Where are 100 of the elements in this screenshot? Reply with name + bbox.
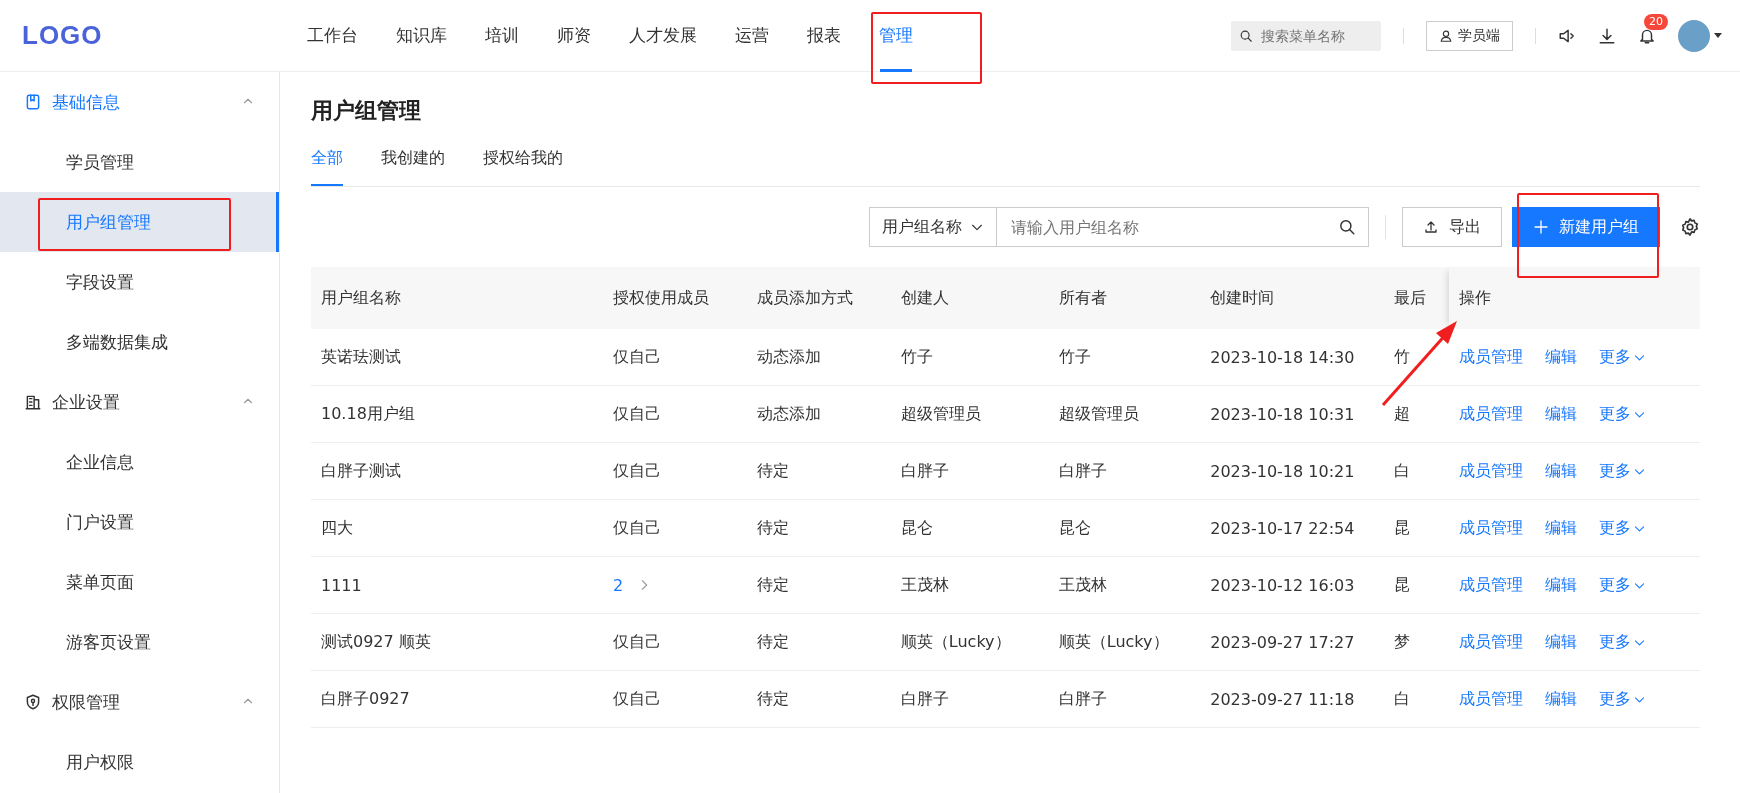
- table-cell: 竹子: [890, 329, 1049, 386]
- menu-search-field[interactable]: 搜索菜单名称: [1231, 20, 1381, 51]
- more-dropdown[interactable]: 更多: [1599, 346, 1646, 368]
- column-header: 所有者: [1048, 267, 1201, 329]
- more-dropdown[interactable]: 更多: [1599, 517, 1646, 539]
- nav-tab[interactable]: 管理: [860, 0, 932, 72]
- table-cell: 动态添加: [746, 329, 891, 386]
- table-cell: 待定: [746, 613, 891, 671]
- user-icon: [1439, 28, 1453, 43]
- settings-icon: [1680, 217, 1700, 237]
- action-link[interactable]: 成员管理: [1459, 517, 1523, 539]
- sidebar-item[interactable]: 门户设置: [0, 492, 279, 552]
- table-cell: 仅自己: [603, 499, 747, 557]
- table-cell: 待定: [746, 556, 891, 614]
- action-link[interactable]: 编辑: [1545, 346, 1577, 368]
- table-cell: 顺英（Lucky）: [1048, 613, 1201, 671]
- menu-search-field[interactable]: 搜索菜单名称: [1259, 26, 1373, 45]
- group-label: 企业设置: [52, 390, 120, 414]
- action-link[interactable]: 编辑: [1545, 631, 1577, 653]
- filter-tab[interactable]: 授权给我的: [483, 144, 563, 186]
- table-cell: 超级管理员: [890, 385, 1049, 443]
- plus-icon: [1533, 219, 1549, 235]
- table-cell: 白胖子测试: [311, 442, 604, 500]
- table-cell: 竹子: [1048, 329, 1201, 386]
- export-button[interactable]: 导出: [1402, 207, 1502, 247]
- table-cell: 王茂林: [1048, 556, 1201, 614]
- table-cell: 白胖子: [890, 442, 1049, 500]
- table-cell: 顺英（Lucky）: [890, 613, 1049, 671]
- more-dropdown[interactable]: 更多: [1599, 688, 1646, 710]
- table-cell: 白胖子: [1048, 670, 1201, 728]
- sidebar-group[interactable]: 企业设置: [0, 372, 279, 432]
- action-link[interactable]: 成员管理: [1459, 460, 1523, 482]
- sidebar-item[interactable]: 字段设置: [0, 252, 279, 312]
- table-cell: 待定: [746, 442, 891, 500]
- column-header: 操作: [1449, 267, 1700, 329]
- filter-tab[interactable]: 我创建的: [381, 144, 445, 186]
- table-cell: 10.18用户组: [311, 385, 604, 443]
- group-label: 权限管理: [52, 690, 120, 714]
- name-search-box[interactable]: 请输入用户组名称: [997, 207, 1369, 247]
- column-header: 用户组名称: [311, 267, 604, 329]
- shield-icon: [24, 693, 42, 711]
- sidebar-item[interactable]: 游客页设置: [0, 612, 279, 672]
- action-link[interactable]: 编辑: [1545, 403, 1577, 425]
- nav-tab[interactable]: 人才发展: [610, 0, 716, 72]
- page-title: 用户组管理: [311, 97, 422, 125]
- table-cell: 白胖子: [890, 670, 1049, 728]
- member-count-link[interactable]: 2: [613, 575, 652, 595]
- sidebar-item[interactable]: 菜单页面: [0, 552, 279, 612]
- sidebar-item[interactable]: 企业信息: [0, 432, 279, 492]
- table-cell: 仅自己: [603, 670, 747, 728]
- action-link[interactable]: 编辑: [1545, 460, 1577, 482]
- more-dropdown[interactable]: 更多: [1599, 403, 1646, 425]
- nav-tab[interactable]: 知识库: [377, 0, 466, 72]
- avatar[interactable]: [1678, 19, 1710, 52]
- filter-tab[interactable]: 全部: [311, 144, 343, 186]
- nav-tab[interactable]: 师资: [538, 0, 610, 72]
- table-cell: 2023-10-17 22:54: [1200, 499, 1385, 557]
- create-group-button[interactable]: 新建用户组: [1512, 207, 1660, 247]
- table-cell: 四大: [311, 499, 604, 557]
- sidebar-item[interactable]: 多端数据集成: [0, 312, 279, 372]
- student-portal-button[interactable]: 学员端: [1426, 20, 1513, 51]
- table-cell: 白胖子0927: [311, 670, 604, 728]
- table-cell: 2023-09-27 17:27: [1200, 613, 1385, 671]
- caret-icon: [1714, 32, 1722, 39]
- column-header: 创建时间: [1200, 267, 1385, 329]
- action-link[interactable]: 编辑: [1545, 517, 1577, 539]
- column-header: 成员添加方式: [746, 267, 891, 329]
- nav-tab[interactable]: 运营: [716, 0, 788, 72]
- sidebar-group[interactable]: 权限管理: [0, 672, 279, 732]
- field-select[interactable]: 用户组名称: [869, 207, 997, 247]
- action-link[interactable]: 成员管理: [1459, 403, 1523, 425]
- action-link[interactable]: 成员管理: [1459, 688, 1523, 710]
- column-header: 创建人: [890, 267, 1049, 329]
- more-dropdown[interactable]: 更多: [1599, 631, 1646, 653]
- nav-tab[interactable]: 培训: [466, 0, 538, 72]
- action-link[interactable]: 编辑: [1545, 574, 1577, 596]
- logo: LOGO: [21, 20, 104, 51]
- table-cell: 2023-10-12 16:03: [1200, 556, 1385, 614]
- action-link[interactable]: 编辑: [1545, 688, 1577, 710]
- table-cell: 动态添加: [746, 385, 891, 443]
- table-cell: 超级管理员: [1048, 385, 1201, 443]
- table-cell: 1111: [311, 556, 604, 614]
- more-dropdown[interactable]: 更多: [1599, 460, 1646, 482]
- table-cell: 待定: [746, 670, 891, 728]
- sidebar-item[interactable]: 用户权限: [0, 732, 279, 792]
- sidebar-group[interactable]: 基础信息: [0, 72, 279, 132]
- sidebar-item[interactable]: 用户组管理: [0, 192, 279, 252]
- table-cell: 测试0927 顺英: [311, 613, 604, 671]
- nav-tab[interactable]: 报表: [788, 0, 860, 72]
- nav-tab[interactable]: 工作台: [288, 0, 377, 72]
- action-link[interactable]: 成员管理: [1459, 574, 1523, 596]
- action-link[interactable]: 成员管理: [1459, 346, 1523, 368]
- table-cell: 仅自己: [603, 613, 747, 671]
- group-label: 基础信息: [52, 90, 120, 114]
- search-icon: [1338, 218, 1356, 236]
- action-link[interactable]: 成员管理: [1459, 631, 1523, 653]
- sidebar-item[interactable]: 学员管理: [0, 132, 279, 192]
- more-dropdown[interactable]: 更多: [1599, 574, 1646, 596]
- book-icon: [24, 93, 42, 111]
- table-cell: 王茂林: [890, 556, 1049, 614]
